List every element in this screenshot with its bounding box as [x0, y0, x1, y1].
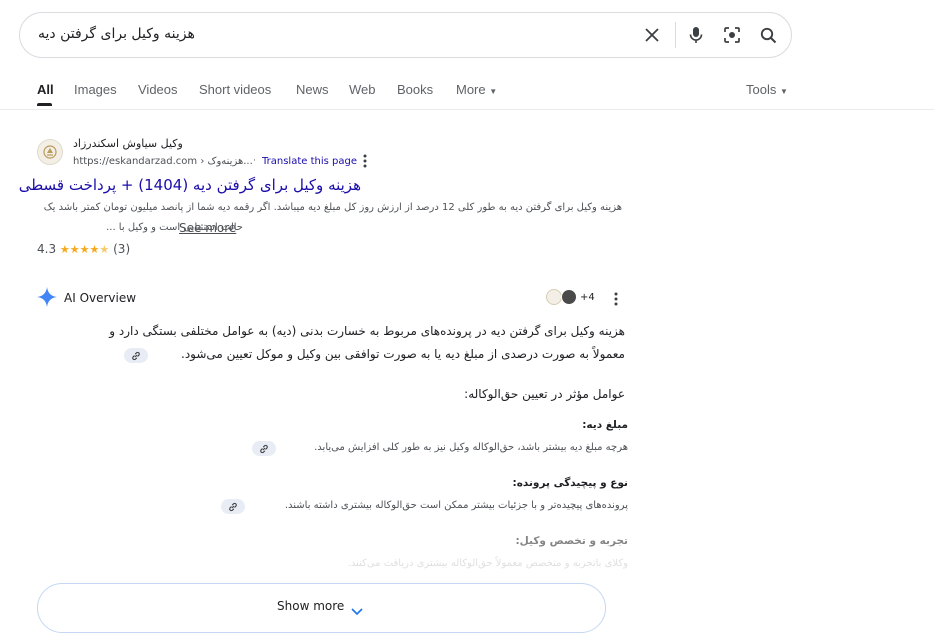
clear-icon[interactable]	[637, 13, 667, 57]
sources-more-count[interactable]: +4	[580, 292, 595, 303]
rating-value: 4.3	[37, 242, 57, 256]
caret-down-icon: ▼	[489, 87, 498, 96]
half-star-icon: ★	[99, 243, 110, 256]
link-icon	[132, 351, 140, 360]
search-icon[interactable]	[753, 13, 783, 57]
more-options-icon[interactable]	[613, 291, 619, 311]
site-favicon[interactable]	[37, 139, 63, 165]
site-url[interactable]: https://eskandarzad.com › هزینه‌وک...	[73, 156, 253, 167]
star-icon: ★	[79, 243, 90, 256]
tab-images[interactable]: Images	[74, 82, 117, 97]
more-options-icon[interactable]	[362, 153, 368, 173]
tab-videos[interactable]: Videos	[138, 82, 178, 97]
source-link-chip[interactable]	[221, 499, 245, 514]
chevron-down-icon	[351, 601, 363, 620]
review-count: (3)	[113, 242, 131, 256]
tools-button[interactable]: Tools ▼	[746, 82, 788, 97]
search-bar-divider	[675, 22, 676, 48]
star-icon: ★	[59, 243, 70, 256]
ai-overview-label: AI Overview	[64, 291, 137, 305]
microphone-icon[interactable]	[681, 13, 711, 57]
search-input[interactable]: هزینه وکیل برای گرفتن دیه	[38, 26, 195, 42]
star-icon: ★	[69, 243, 80, 256]
tab-all[interactable]: All	[37, 82, 54, 97]
factor-1-text: هرچه مبلغ دیه بیشتر باشد، حق‌الوکاله وکی…	[314, 442, 628, 453]
search-bar[interactable]: هزینه وکیل برای گرفتن دیه	[19, 12, 792, 58]
factor-1-title: مبلغ دیه:	[582, 419, 628, 431]
gemini-sparkle-icon	[36, 286, 58, 312]
factor-3-text: وکلای باتجربه و متخصص معمولاً حق‌الوکاله…	[347, 558, 628, 569]
show-more-button[interactable]: Show more	[37, 583, 606, 633]
factor-2-text: پرونده‌های پیچیده‌تر و با جزئیات بیشتر م…	[284, 500, 628, 511]
factors-heading: عوامل مؤثر در تعیین حق‌الوکاله:	[464, 387, 625, 401]
tab-books[interactable]: Books	[397, 82, 433, 97]
tab-short-videos[interactable]: Short videos	[199, 82, 271, 97]
tab-more[interactable]: More ▼	[456, 82, 497, 97]
tab-more-label: More	[456, 82, 486, 97]
source-avatar[interactable]	[561, 289, 577, 305]
camera-lens-icon[interactable]	[717, 13, 747, 57]
link-icon	[229, 502, 237, 511]
result-snippet-line1: هزینه وکیل برای گرفتن دیه به طور کلی 12 …	[43, 202, 622, 213]
show-more-label: Show more	[277, 599, 345, 613]
caret-down-icon: ▼	[779, 87, 788, 96]
source-link-chip[interactable]	[124, 348, 148, 363]
factor-3-title: تجربه و تخصص وکیل:	[515, 535, 628, 547]
source-avatar[interactable]	[546, 289, 562, 305]
factor-2-title: نوع و پیچیدگی پرونده:	[512, 477, 628, 489]
tab-web[interactable]: Web	[349, 82, 376, 97]
star-icon: ★	[89, 243, 100, 256]
see-more-link[interactable]: See more	[179, 221, 236, 235]
site-name[interactable]: وکیل سیاوش اسکندرزاد	[73, 137, 183, 150]
tab-news[interactable]: News	[296, 82, 329, 97]
ai-intro-line1: هزینه وکیل برای گرفتن دیه در پرونده‌های …	[109, 324, 625, 338]
active-tab-indicator	[37, 103, 52, 106]
link-icon	[260, 444, 268, 453]
rating-row: 4.3 ★★★★★ (3)	[37, 242, 130, 256]
result-title[interactable]: هزینه وکیل برای گرفتن دیه (1404) + پرداخ…	[19, 176, 361, 194]
separator-dot: ·	[253, 156, 256, 166]
ai-intro-line2: معمولاً به صورت درصدی از مبلغ دیه یا به …	[181, 347, 625, 361]
tools-label: Tools	[746, 82, 777, 97]
tabs-divider	[0, 109, 934, 110]
translate-link[interactable]: Translate this page	[262, 156, 357, 167]
source-link-chip[interactable]	[252, 441, 276, 456]
